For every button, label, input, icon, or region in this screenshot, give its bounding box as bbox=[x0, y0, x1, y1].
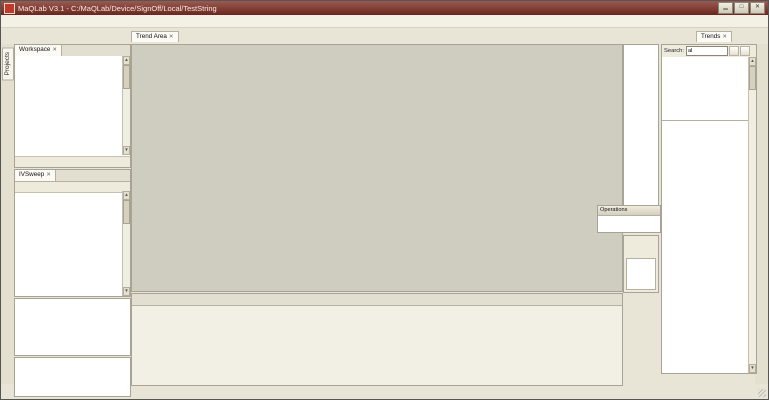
search-label: Search: bbox=[664, 48, 684, 54]
workspace-toolbar bbox=[15, 156, 130, 167]
search-remove-icon[interactable] bbox=[740, 46, 750, 56]
ivsweep-panel: IVSweep✕ ▲▼ bbox=[14, 169, 131, 297]
scroll-up-icon: ▲ bbox=[749, 57, 756, 66]
tab-close-icon[interactable]: ✕ bbox=[52, 47, 57, 53]
tab-close-icon[interactable]: ✕ bbox=[169, 34, 174, 40]
monitor-panel bbox=[131, 293, 623, 386]
mdi-tab-strip: Trend Area✕ bbox=[131, 31, 623, 44]
operations-title[interactable]: Operations bbox=[598, 206, 660, 216]
tab-ivsweep[interactable]: IVSweep✕ bbox=[15, 170, 56, 181]
left-dock-strip: Projects bbox=[1, 44, 14, 384]
scroll-down-icon: ▼ bbox=[749, 364, 756, 373]
side-tools-panel bbox=[623, 235, 659, 293]
workspace-scrollbar[interactable]: ▲▼ bbox=[122, 56, 130, 155]
close-icon[interactable]: ✕ bbox=[750, 2, 765, 14]
window-title: MaQLab V3.1 - C:/MaQLab/Device/SignOff/L… bbox=[18, 4, 717, 13]
tab-workspace[interactable]: Workspace✕ bbox=[15, 45, 62, 56]
operations-panel: Operations bbox=[597, 205, 661, 233]
sources-panel bbox=[14, 357, 131, 397]
search-input[interactable] bbox=[686, 46, 728, 56]
right-tab-strip: Trends✕ bbox=[623, 31, 757, 44]
workspace-panel: Workspace✕ ▲▼ bbox=[14, 44, 131, 168]
ivsweep-table bbox=[15, 191, 123, 296]
pages-panel bbox=[14, 298, 131, 356]
projects-vertical-tab[interactable]: Projects bbox=[2, 47, 14, 80]
app-icon bbox=[4, 3, 15, 14]
ivsweep-tab-row: IVSweep✕ bbox=[15, 170, 130, 182]
parameters-panel: Search: ▲▼ bbox=[661, 44, 757, 374]
scroll-up-icon: ▲ bbox=[123, 191, 130, 200]
category-list bbox=[662, 57, 749, 121]
resize-grip[interactable] bbox=[758, 389, 766, 397]
application-window: MaQLab V3.1 - C:/MaQLab/Device/SignOff/L… bbox=[0, 0, 769, 400]
workspace-tree bbox=[15, 56, 130, 155]
tab-trend-area[interactable]: Trend Area✕ bbox=[131, 31, 179, 42]
trends-tree bbox=[624, 45, 658, 205]
title-bar[interactable]: MaQLab V3.1 - C:/MaQLab/Device/SignOff/L… bbox=[1, 1, 768, 15]
scroll-up-icon: ▲ bbox=[123, 56, 130, 65]
mdi-area bbox=[131, 44, 623, 292]
side-list bbox=[626, 258, 656, 290]
scroll-down-icon: ▼ bbox=[123, 287, 130, 296]
tab-trends[interactable]: Trends✕ bbox=[696, 31, 732, 42]
scroll-down-icon: ▼ bbox=[123, 146, 130, 155]
tab-close-icon[interactable]: ✕ bbox=[722, 34, 727, 40]
search-add-icon[interactable] bbox=[729, 46, 739, 56]
parameters-scrollbar[interactable]: ▲▼ bbox=[748, 57, 756, 373]
ivsweep-scrollbar[interactable]: ▲▼ bbox=[122, 191, 130, 296]
minimize-icon[interactable]: ▁ bbox=[718, 2, 733, 14]
parameter-table bbox=[662, 120, 749, 373]
maximize-icon[interactable]: □ bbox=[734, 2, 749, 14]
trends-panel bbox=[623, 44, 659, 206]
monitor-body bbox=[132, 305, 622, 385]
tab-close-icon[interactable]: ✕ bbox=[46, 172, 51, 178]
